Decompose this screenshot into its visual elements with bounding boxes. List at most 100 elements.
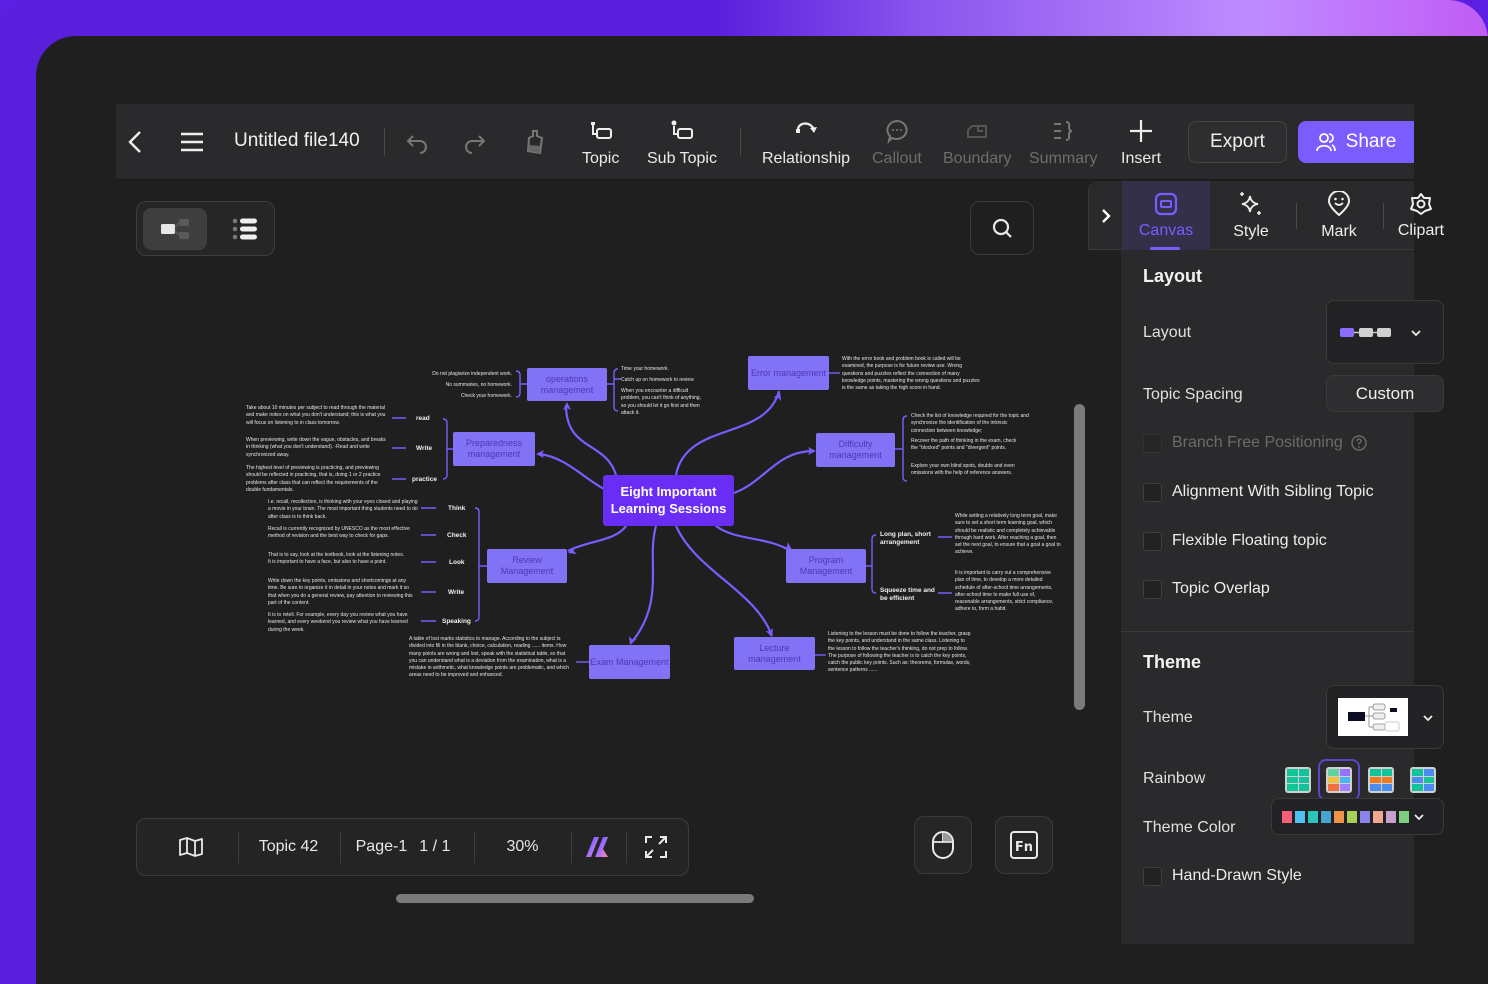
topic-spacing-button[interactable]: Custom (1326, 375, 1444, 412)
subtopic-speaking[interactable]: Speaking (442, 618, 471, 626)
mindmap-canvas[interactable]: Eight Important Learning Sessions operat… (116, 181, 1088, 944)
tab-mark[interactable]: Mark (1299, 181, 1379, 250)
undo-icon[interactable] (402, 128, 432, 158)
rainbow-option[interactable] (1410, 767, 1436, 793)
tab-style-label: Style (1233, 222, 1269, 240)
redo-icon[interactable] (460, 128, 490, 158)
palette-cell (1370, 784, 1381, 791)
horizontal-scrollbar[interactable] (396, 894, 754, 903)
chevron-left-icon[interactable] (120, 126, 152, 158)
tab-canvas-label: Canvas (1138, 221, 1194, 239)
topic-lecture-management[interactable]: Lecture management (734, 637, 815, 670)
note-difficulty-2: Recover the path of thinking in the exam… (911, 438, 1017, 452)
subtopic-practice[interactable]: practice (412, 476, 437, 484)
palette-cell (1423, 784, 1434, 791)
export-button[interactable]: Export (1188, 121, 1287, 163)
alignment-sibling-checkbox[interactable] (1143, 483, 1162, 502)
note-operations-left-3: Check your homework. (460, 393, 512, 399)
theme-color-dropdown[interactable] (1271, 798, 1444, 835)
insert-button[interactable]: Insert (1121, 118, 1161, 168)
subtopic-long-plan[interactable]: Long plan, short arrangement (880, 531, 936, 547)
rainbow-option[interactable] (1285, 767, 1311, 793)
topic-review-management[interactable]: Review Management (487, 549, 567, 583)
fullscreen-button[interactable] (629, 819, 683, 875)
topic-exam-management[interactable]: Exam Management (589, 645, 670, 679)
zoom-level[interactable]: 30% (475, 819, 570, 875)
topic-difficulty-management[interactable]: Difficulty management (816, 433, 895, 467)
note-write: When previewing, write down the vague, o… (246, 437, 386, 458)
theme-color-swatch (1308, 810, 1318, 823)
topic-overlap-checkbox[interactable] (1143, 580, 1162, 599)
relationship-icon (796, 122, 818, 133)
collapse-panel-button[interactable] (1089, 181, 1122, 250)
palette-cell (1328, 769, 1339, 776)
palette-cell (1339, 784, 1350, 791)
subtopic-write[interactable]: Write (416, 445, 432, 453)
vertical-scrollbar[interactable] (1074, 404, 1085, 710)
topic-button[interactable]: Topic (582, 118, 619, 168)
file-title[interactable]: Untitled file140 (234, 130, 360, 152)
theme-color-swatch (1282, 810, 1292, 823)
topic-overlap-label: Topic Overlap (1172, 580, 1270, 597)
topic-icon (590, 122, 612, 139)
theme-preview-icon (1338, 698, 1408, 736)
ai-button[interactable] (573, 819, 623, 875)
subtopic-squeeze-time[interactable]: Squeeze time and be efficient (880, 587, 936, 603)
tab-divider (1383, 203, 1384, 229)
function-key-button[interactable]: Fn (995, 816, 1053, 874)
boundary-button[interactable]: Boundary (943, 118, 1012, 168)
outline-view-button[interactable] (221, 208, 269, 250)
format-painter-icon[interactable] (520, 126, 550, 158)
tab-canvas[interactable]: Canvas (1122, 181, 1210, 250)
flexible-floating-checkbox[interactable] (1143, 532, 1162, 551)
connector-lecture (674, 525, 774, 637)
mind-map-view-icon (161, 219, 189, 239)
note-read: Take about 10 minutes per subject to rea… (246, 405, 386, 426)
theme-color-swatch (1347, 810, 1357, 823)
help-icon[interactable] (1351, 435, 1367, 451)
root-topic[interactable]: Eight Important Learning Sessions (603, 475, 734, 526)
fullscreen-icon (645, 836, 667, 858)
topic-error-management[interactable]: Error management (748, 356, 829, 390)
function-key-icon: Fn (1010, 831, 1038, 859)
share-button[interactable]: Share (1298, 121, 1414, 163)
theme-dropdown[interactable] (1326, 685, 1444, 749)
branch-free-positioning-checkbox[interactable] (1143, 434, 1162, 453)
connector-exam (630, 525, 658, 644)
subtopic-read[interactable]: read (416, 415, 430, 423)
hand-drawn-checkbox[interactable] (1143, 867, 1162, 886)
subtopic-look[interactable]: Look (449, 559, 465, 567)
sub-topic-button[interactable]: Sub Topic (647, 118, 717, 168)
relationship-button[interactable]: Relationship (762, 118, 850, 168)
rainbow-option[interactable] (1368, 767, 1394, 793)
callout-button[interactable]: Callout (872, 118, 922, 168)
hamburger-menu-icon[interactable] (176, 126, 208, 158)
topic-preparedness-management[interactable]: Preparedness management (453, 432, 535, 466)
mouse-mode-button[interactable] (914, 816, 972, 874)
sub-topic-icon (671, 120, 693, 139)
theme-label: Theme (1143, 709, 1193, 726)
subtopic-think[interactable]: Think (448, 505, 465, 513)
section-divider (1121, 631, 1414, 632)
layout-dropdown[interactable] (1326, 300, 1444, 364)
search-button[interactable] (970, 201, 1034, 255)
page-indicator[interactable]: Page-1 1 / 1 (341, 819, 465, 875)
mind-map-view-button[interactable] (143, 208, 207, 250)
note-lecture: Listening to the lesson must be done to … (828, 631, 971, 674)
tab-style[interactable]: Style (1211, 181, 1291, 250)
topic-program-management[interactable]: Program Management (786, 549, 866, 583)
map-button[interactable] (157, 819, 225, 875)
subtopic-write-review[interactable]: Write (448, 589, 464, 597)
tab-clipart[interactable]: Clipart (1385, 181, 1457, 250)
panel-tab-bar: Canvas Style Mark Clipart (1088, 181, 1444, 250)
palette-cell (1339, 769, 1350, 776)
palette-cell (1287, 776, 1298, 784)
note-operations-left-2: No summaries, no homework. (445, 382, 512, 388)
summary-button[interactable]: Summary (1029, 118, 1097, 168)
palette-cell (1339, 776, 1350, 784)
rainbow-option[interactable] (1326, 767, 1352, 793)
chevron-down-icon (1414, 813, 1424, 820)
topic-operations-management[interactable]: operations management (527, 368, 607, 401)
palette-cell (1381, 784, 1392, 791)
subtopic-check[interactable]: Check (447, 532, 467, 540)
